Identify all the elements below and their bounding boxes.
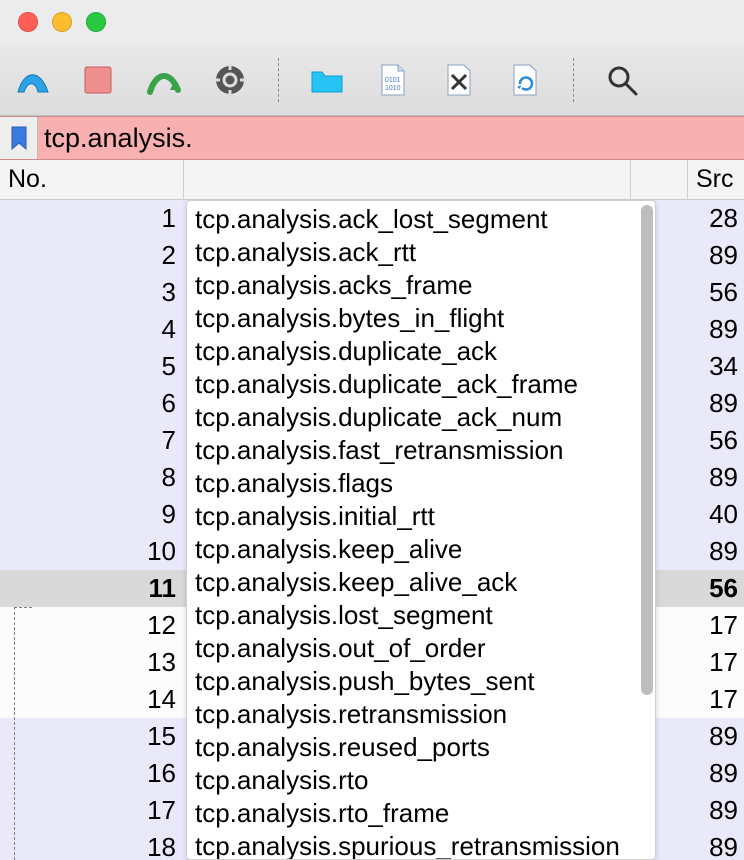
display-filter-bar <box>0 116 744 160</box>
packet-src-fragment: 89 <box>688 832 744 860</box>
packet-src-fragment: 89 <box>688 795 744 826</box>
packet-src-fragment: 17 <box>688 610 744 641</box>
close-file-icon[interactable] <box>437 58 481 102</box>
packet-number: 4 <box>0 314 184 345</box>
autocomplete-item[interactable]: tcp.analysis.push_bytes_sent <box>193 665 649 698</box>
autocomplete-item[interactable]: tcp.analysis.duplicate_ack_num <box>193 401 649 434</box>
svg-text:1010: 1010 <box>385 85 401 92</box>
reload-file-icon[interactable] <box>503 58 547 102</box>
display-filter-input[interactable] <box>38 117 744 159</box>
packet-src-fragment: 89 <box>688 536 744 567</box>
packet-number: 11 <box>0 573 184 604</box>
packet-src-fragment: 89 <box>688 388 744 419</box>
packet-number: 8 <box>0 462 184 493</box>
column-header-mid[interactable] <box>184 160 688 199</box>
autocomplete-item[interactable]: tcp.analysis.ack_rtt <box>193 236 649 269</box>
packet-number: 3 <box>0 277 184 308</box>
packet-src-fragment: 56 <box>688 573 744 604</box>
svg-text:0101: 0101 <box>385 77 401 84</box>
autocomplete-item[interactable]: tcp.analysis.ack_lost_segment <box>193 203 649 236</box>
column-header-no[interactable]: No. <box>0 160 184 199</box>
packet-number: 2 <box>0 240 184 271</box>
packet-src-fragment: 89 <box>688 721 744 752</box>
autocomplete-item[interactable]: tcp.analysis.duplicate_ack <box>193 335 649 368</box>
autocomplete-item[interactable]: tcp.analysis.spurious_retransmission <box>193 830 649 860</box>
magnifier-icon[interactable] <box>600 58 644 102</box>
packet-src-fragment: 56 <box>688 277 744 308</box>
zoom-window-button[interactable] <box>86 12 106 32</box>
autocomplete-item[interactable]: tcp.analysis.bytes_in_flight <box>193 302 649 335</box>
autocomplete-item[interactable]: tcp.analysis.lost_segment <box>193 599 649 632</box>
packet-src-fragment: 89 <box>688 314 744 345</box>
window-titlebar <box>0 0 744 44</box>
stream-bracket <box>14 607 32 860</box>
main-toolbar: 01011010 <box>0 44 744 116</box>
packet-src-fragment: 17 <box>688 684 744 715</box>
column-header-src[interactable]: Src <box>688 160 744 199</box>
autocomplete-item[interactable]: tcp.analysis.fast_retransmission <box>193 434 649 467</box>
autocomplete-item[interactable]: tcp.analysis.retransmission <box>193 698 649 731</box>
toolbar-separator <box>573 58 574 102</box>
packet-number: 7 <box>0 425 184 456</box>
packet-number: 10 <box>0 536 184 567</box>
packet-src-fragment: 28 <box>688 203 744 234</box>
packet-list: 1282893564895346897568899401089115612171… <box>0 200 744 860</box>
packet-src-fragment: 34 <box>688 351 744 382</box>
filter-autocomplete-popup: tcp.analysis.ack_lost_segmenttcp.analysi… <box>186 200 656 860</box>
autocomplete-item[interactable]: tcp.analysis.reused_ports <box>193 731 649 764</box>
autocomplete-item[interactable]: tcp.analysis.rto_frame <box>193 797 649 830</box>
packet-src-fragment: 89 <box>688 240 744 271</box>
packet-src-fragment: 56 <box>688 425 744 456</box>
packet-src-fragment: 89 <box>688 758 744 789</box>
toolbar-separator <box>278 58 279 102</box>
autocomplete-item[interactable]: tcp.analysis.out_of_order <box>193 632 649 665</box>
settings-gear-icon[interactable] <box>208 58 252 102</box>
packet-src-fragment: 17 <box>688 647 744 678</box>
autocomplete-item[interactable]: tcp.analysis.acks_frame <box>193 269 649 302</box>
packet-number: 6 <box>0 388 184 419</box>
autocomplete-item[interactable]: tcp.analysis.keep_alive_ack <box>193 566 649 599</box>
autocomplete-item[interactable]: tcp.analysis.flags <box>193 467 649 500</box>
open-folder-icon[interactable] <box>305 58 349 102</box>
stop-record-icon[interactable] <box>76 58 120 102</box>
binary-page-icon[interactable]: 01011010 <box>371 58 415 102</box>
autocomplete-item[interactable]: tcp.analysis.rto <box>193 764 649 797</box>
autocomplete-item[interactable]: tcp.analysis.duplicate_ack_frame <box>193 368 649 401</box>
shark-fin-icon[interactable] <box>10 58 54 102</box>
packet-list-header: No. Src <box>0 160 744 200</box>
packet-number: 9 <box>0 499 184 530</box>
autocomplete-item[interactable]: tcp.analysis.initial_rtt <box>193 500 649 533</box>
packet-number: 1 <box>0 203 184 234</box>
packet-src-fragment: 40 <box>688 499 744 530</box>
packet-src-fragment: 89 <box>688 462 744 493</box>
filter-bookmark-icon[interactable] <box>0 117 38 159</box>
close-window-button[interactable] <box>18 12 38 32</box>
packet-number: 5 <box>0 351 184 382</box>
minimize-window-button[interactable] <box>52 12 72 32</box>
restart-capture-icon[interactable] <box>142 58 186 102</box>
autocomplete-item[interactable]: tcp.analysis.keep_alive <box>193 533 649 566</box>
autocomplete-scrollbar[interactable] <box>641 205 653 695</box>
